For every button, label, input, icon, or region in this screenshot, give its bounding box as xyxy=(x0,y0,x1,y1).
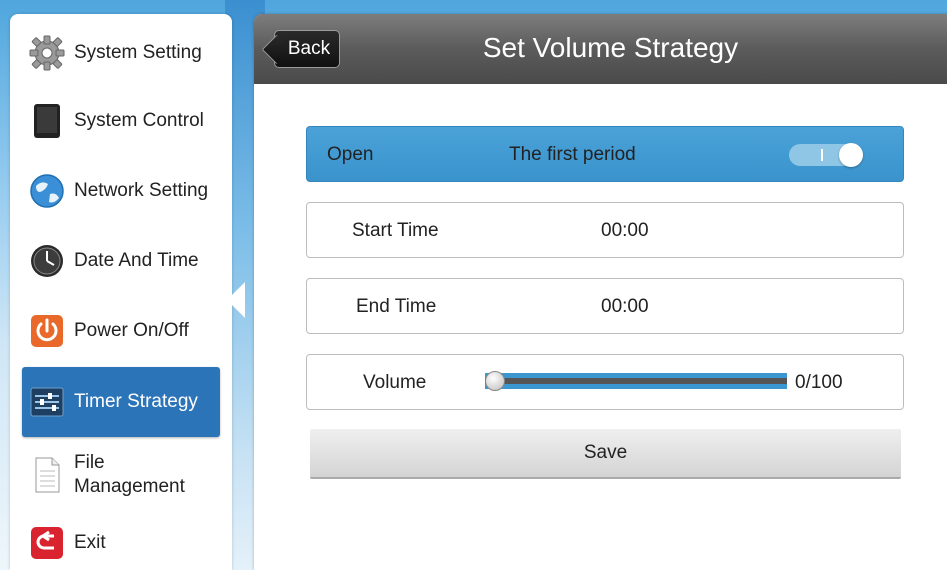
sidebar-item-label: Timer Strategy xyxy=(74,391,198,412)
power-icon xyxy=(28,312,66,350)
exit-icon xyxy=(28,524,66,562)
page-title: Set Volume Strategy xyxy=(482,32,739,63)
clock-icon xyxy=(28,242,66,280)
end-time-row[interactable]: End Time 00:00 xyxy=(306,278,904,334)
sidebar-item-system-setting[interactable]: System Setting xyxy=(22,18,220,88)
sidebar: System Setting System Control Network Se… xyxy=(10,14,232,570)
sidebar-item-label: System Control xyxy=(74,110,204,131)
main-panel: Back Set Volume Strategy Open The first … xyxy=(254,14,947,570)
gear-icon xyxy=(28,34,66,72)
volume-slider-groove xyxy=(485,378,787,384)
sidebar-pointer xyxy=(227,282,245,318)
start-time-row[interactable]: Start Time 00:00 xyxy=(306,202,904,258)
open-toggle[interactable] xyxy=(789,143,863,167)
volume-readout: 0/100 xyxy=(795,372,843,393)
sliders-icon xyxy=(28,383,66,421)
sidebar-item-date-and-time[interactable]: Date And Time xyxy=(22,226,220,296)
sidebar-item-label: Exit xyxy=(74,532,106,553)
sidebar-item-power-on-off[interactable]: Power On/Off xyxy=(22,296,220,366)
sidebar-item-system-control[interactable]: System Control xyxy=(22,86,220,156)
file-icon xyxy=(28,456,66,494)
sidebar-item-file-management[interactable]: File Management xyxy=(22,440,220,510)
end-time-value: 00:00 xyxy=(601,296,649,317)
volume-label: Volume xyxy=(363,372,427,393)
sidebar-item-label: File Management xyxy=(74,452,185,497)
open-row[interactable]: Open The first period xyxy=(306,126,904,182)
save-button[interactable]: Save xyxy=(310,429,901,479)
start-time-value: 00:00 xyxy=(601,220,649,241)
sidebar-item-timer-strategy[interactable]: Timer Strategy xyxy=(22,367,220,437)
toggle-on-mark xyxy=(821,149,823,161)
sidebar-item-label: Date And Time xyxy=(74,250,199,271)
open-label: Open xyxy=(327,144,374,165)
globe-icon xyxy=(28,172,66,210)
sidebar-item-network-setting[interactable]: Network Setting xyxy=(22,156,220,226)
end-time-label: End Time xyxy=(356,296,437,317)
save-button-label: Save xyxy=(583,442,628,463)
sidebar-item-exit[interactable]: Exit xyxy=(22,508,220,570)
sidebar-item-label: Power On/Off xyxy=(74,320,189,341)
period-label: The first period xyxy=(509,144,636,165)
volume-slider[interactable] xyxy=(485,373,787,389)
back-button-label: Back xyxy=(287,38,331,59)
toggle-knob xyxy=(839,143,863,167)
volume-row: Volume 0/100 xyxy=(306,354,904,410)
start-time-label: Start Time xyxy=(352,220,439,241)
volume-slider-thumb[interactable] xyxy=(485,371,505,391)
header-bar: Back Set Volume Strategy xyxy=(254,14,947,84)
tablet-icon xyxy=(28,102,66,140)
sidebar-item-label: System Setting xyxy=(74,42,202,63)
sidebar-item-label: Network Setting xyxy=(74,180,209,201)
